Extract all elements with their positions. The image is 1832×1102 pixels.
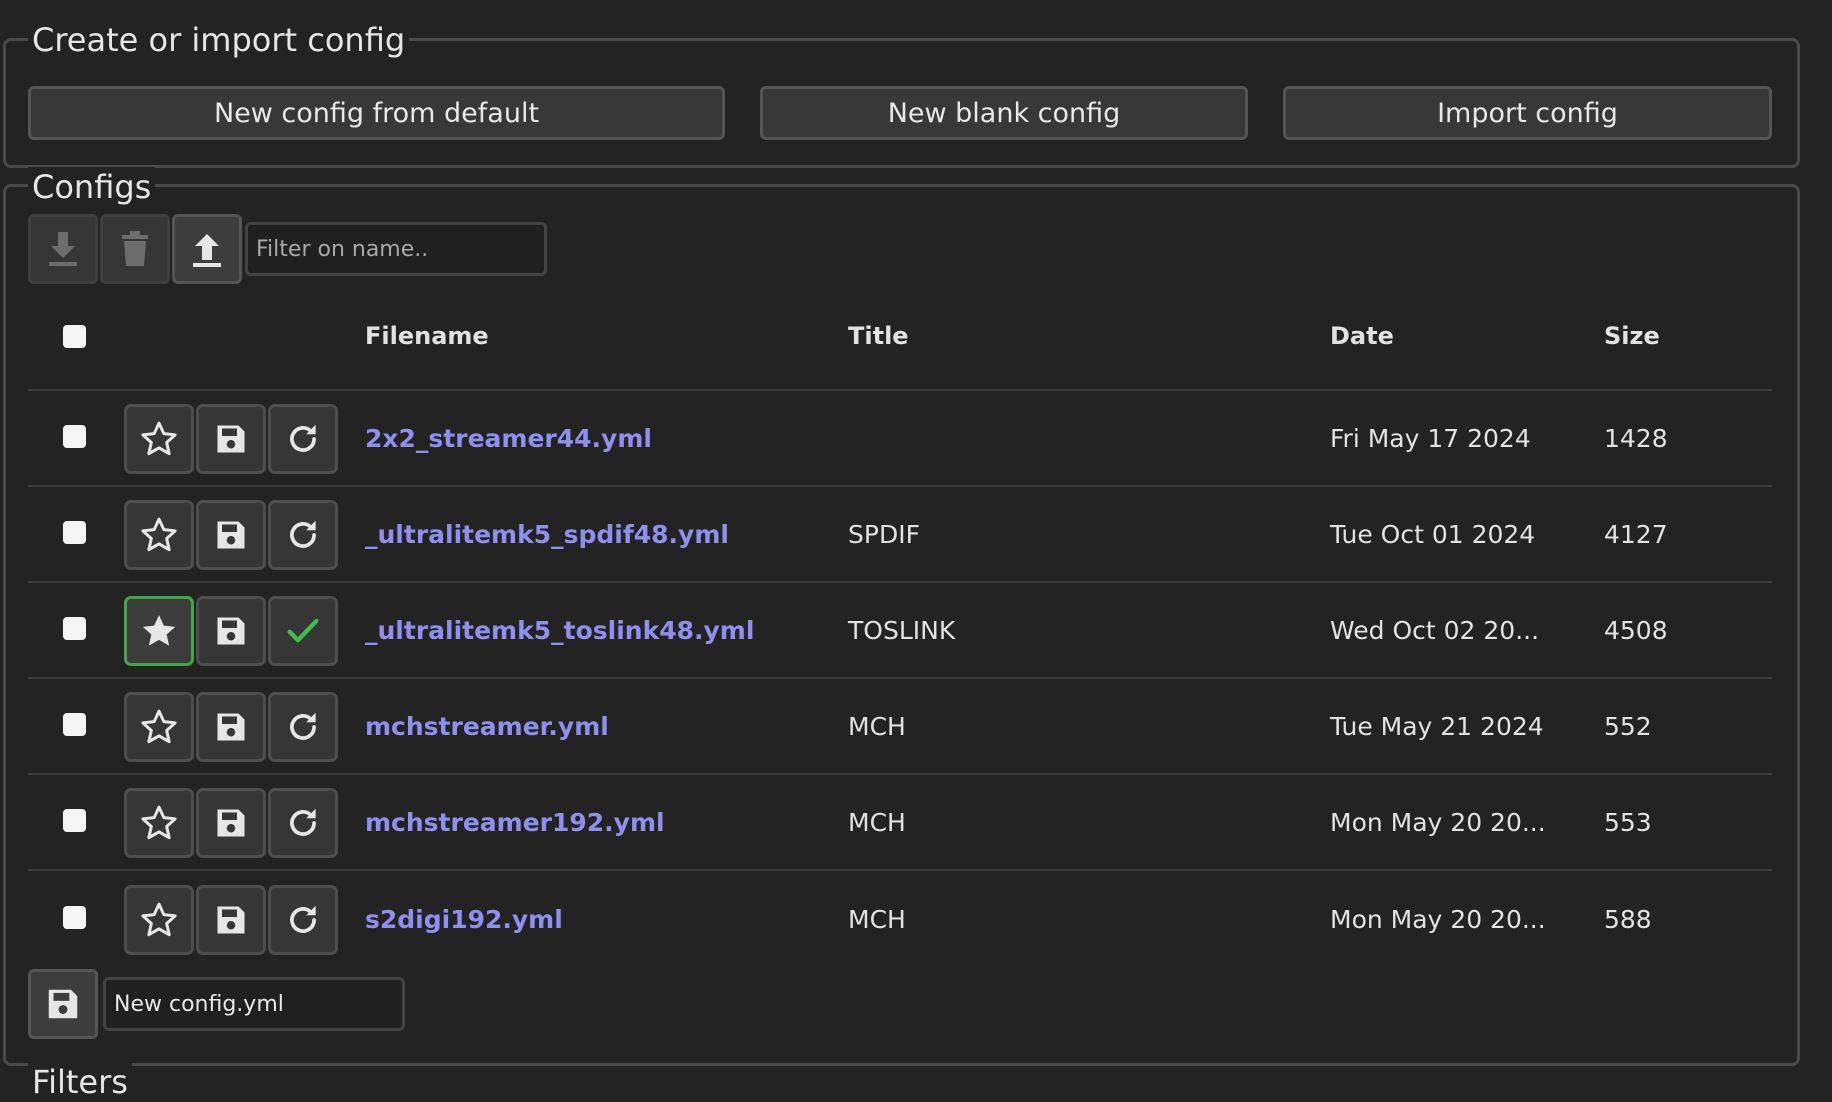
save-button[interactable] [196, 692, 266, 762]
floppy-disk-icon [217, 617, 245, 645]
new-config-from-default-button[interactable]: New config from default [28, 86, 725, 140]
header-divider [28, 389, 1772, 391]
filename-column-header[interactable]: Filename [365, 322, 489, 350]
star-filled-icon [142, 615, 176, 646]
save-new-config-button[interactable] [28, 969, 98, 1039]
config-size: 588 [1604, 905, 1652, 934]
config-filename-link[interactable]: _ultralitemk5_spdif48.yml [365, 520, 729, 549]
reload-icon [290, 712, 316, 740]
date-column-header[interactable]: Date [1330, 322, 1394, 350]
row-divider [28, 677, 1772, 679]
import-config-button[interactable]: Import config [1283, 86, 1772, 140]
config-size: 552 [1604, 712, 1652, 741]
favorite-button[interactable] [124, 500, 194, 570]
save-button[interactable] [196, 404, 266, 474]
row-divider [28, 485, 1772, 487]
upload-button[interactable] [172, 214, 242, 284]
save-button[interactable] [196, 788, 266, 858]
row-divider [28, 869, 1772, 871]
config-filename-link[interactable]: s2digi192.yml [365, 905, 563, 934]
reload-button[interactable] [268, 885, 338, 955]
star-outline-icon [141, 709, 177, 744]
config-filename-link[interactable]: mchstreamer.yml [365, 712, 609, 741]
config-title: TOSLINK [848, 616, 956, 645]
row-divider [28, 773, 1772, 775]
favorite-button[interactable] [124, 404, 194, 474]
save-button[interactable] [196, 596, 266, 666]
favorite-button[interactable] [124, 885, 194, 955]
row-checkbox[interactable] [63, 906, 86, 929]
filter-input[interactable] [245, 222, 547, 276]
config-filename-link[interactable]: 2x2_streamer44.yml [365, 424, 652, 453]
reload-icon [290, 520, 316, 548]
star-outline-icon [141, 517, 177, 552]
favorite-button[interactable] [124, 692, 194, 762]
trash-icon [122, 231, 148, 266]
config-title: MCH [848, 712, 906, 741]
new-blank-config-button[interactable]: New blank config [760, 86, 1248, 140]
star-outline-icon [141, 805, 177, 840]
select-all-checkbox[interactable] [63, 325, 86, 348]
download-icon [49, 232, 77, 266]
favorite-button[interactable] [124, 596, 194, 666]
title-column-header[interactable]: Title [848, 322, 909, 350]
star-outline-icon [141, 421, 177, 456]
reload-button[interactable] [268, 404, 338, 474]
star-outline-icon [141, 902, 177, 937]
reload-button[interactable] [268, 500, 338, 570]
floppy-disk-icon [217, 809, 245, 837]
config-size: 553 [1604, 808, 1652, 837]
config-filename-link[interactable]: mchstreamer192.yml [365, 808, 665, 837]
config-size: 4508 [1604, 616, 1668, 645]
floppy-disk-icon [217, 713, 245, 741]
config-size: 4127 [1604, 520, 1668, 549]
new-config-name-input[interactable] [103, 977, 405, 1031]
active-status-button[interactable] [268, 596, 338, 666]
favorite-button[interactable] [124, 788, 194, 858]
config-date: Mon May 20 20... [1330, 905, 1546, 934]
reload-icon [290, 424, 316, 452]
floppy-disk-icon [217, 425, 245, 453]
reload-icon [290, 905, 316, 933]
download-button[interactable] [28, 214, 98, 284]
configs-legend: Configs [28, 167, 156, 207]
floppy-disk-icon [48, 989, 78, 1019]
config-title: SPDIF [848, 520, 920, 549]
floppy-disk-icon [217, 906, 245, 934]
row-checkbox[interactable] [63, 809, 86, 832]
config-date: Tue May 21 2024 [1330, 712, 1544, 741]
config-filename-link[interactable]: _ultralitemk5_toslink48.yml [365, 616, 754, 645]
config-title: MCH [848, 808, 906, 837]
config-title: MCH [848, 905, 906, 934]
row-divider [28, 581, 1772, 583]
config-size: 1428 [1604, 424, 1668, 453]
create-config-legend: Create or import config [28, 20, 410, 60]
upload-icon [193, 234, 221, 267]
delete-button[interactable] [100, 214, 170, 284]
config-date: Wed Oct 02 20... [1330, 616, 1540, 645]
config-date: Fri May 17 2024 [1330, 424, 1531, 453]
reload-button[interactable] [268, 692, 338, 762]
row-checkbox[interactable] [63, 425, 86, 448]
checkmark-icon [287, 618, 319, 643]
filters-legend: Filters [28, 1062, 132, 1102]
save-button[interactable] [196, 885, 266, 955]
floppy-disk-icon [217, 521, 245, 549]
row-checkbox[interactable] [63, 617, 86, 640]
size-column-header[interactable]: Size [1604, 322, 1660, 350]
row-checkbox[interactable] [63, 713, 86, 736]
row-checkbox[interactable] [63, 521, 86, 544]
reload-icon [290, 808, 316, 836]
reload-button[interactable] [268, 788, 338, 858]
save-button[interactable] [196, 500, 266, 570]
config-date: Mon May 20 20... [1330, 808, 1546, 837]
config-date: Tue Oct 01 2024 [1330, 520, 1536, 549]
